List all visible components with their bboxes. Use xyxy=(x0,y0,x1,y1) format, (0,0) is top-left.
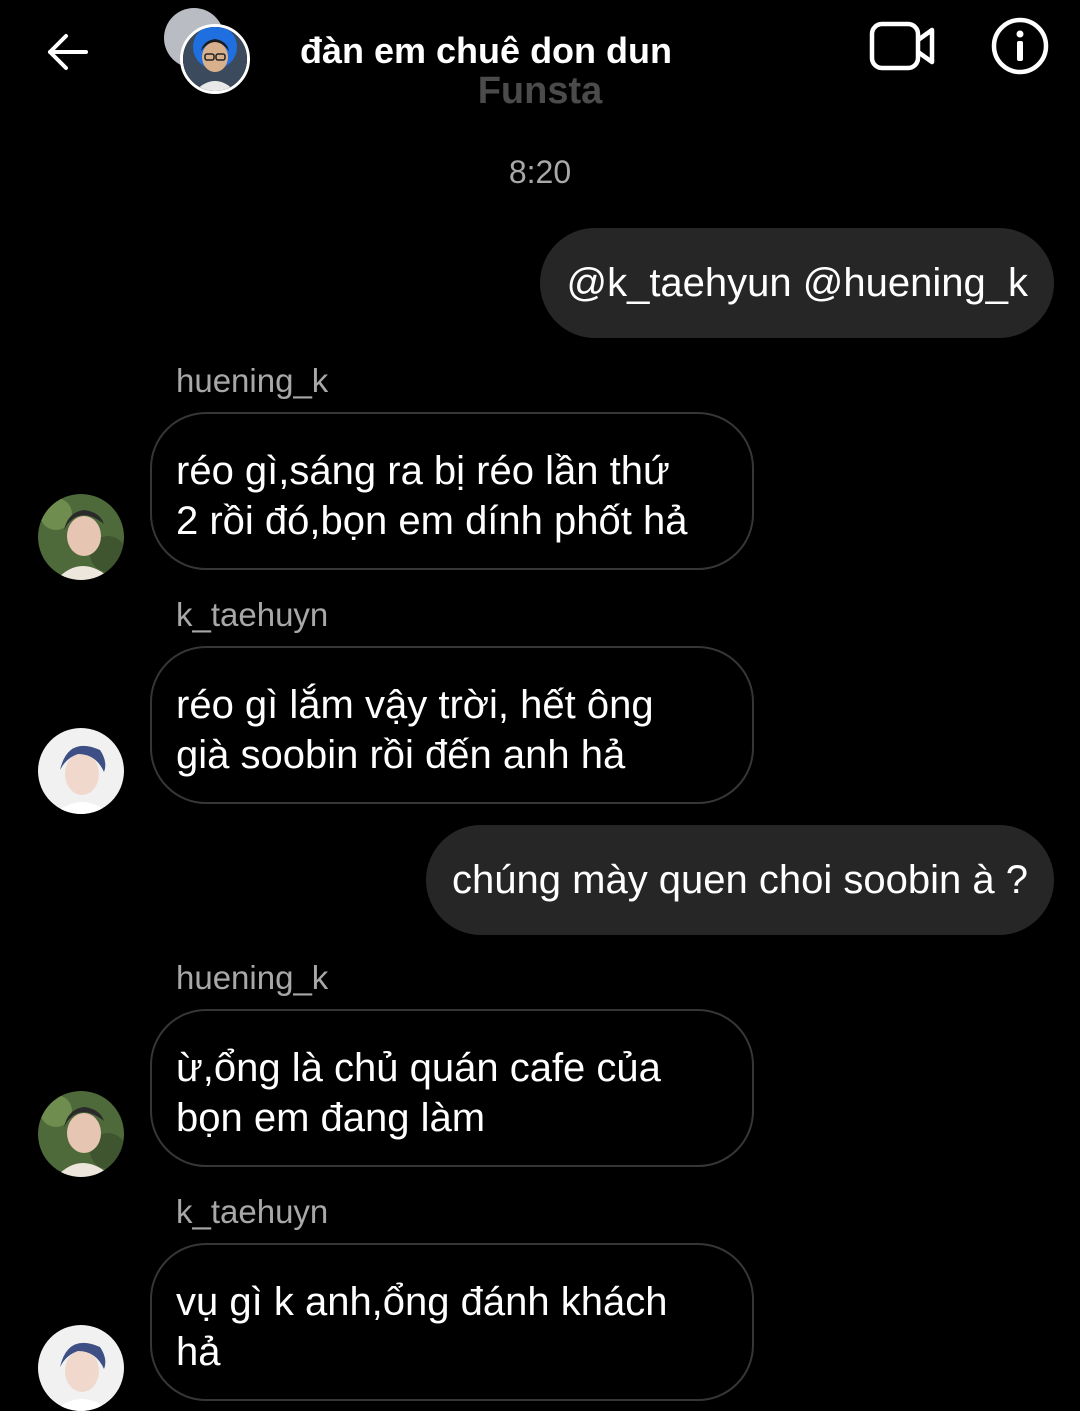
message-line: réo gì lắm vậy trời, hết ông xyxy=(176,683,654,727)
avatar[interactable] xyxy=(38,494,124,580)
sender-name: huening_k xyxy=(176,362,329,399)
incoming-message[interactable]: réo gì lắm vậy trời, hết ông già soobin … xyxy=(150,646,754,804)
avatar[interactable] xyxy=(38,1091,124,1177)
sender-name: k_taehuyn xyxy=(176,596,329,633)
avatar[interactable] xyxy=(38,1325,124,1411)
message-line: già soobin rồi đến anh hả xyxy=(176,733,626,777)
avatar[interactable] xyxy=(38,728,124,814)
message-line: réo gì,sáng ra bị réo lần thứ xyxy=(176,449,670,493)
chat-header: đàn em chuê don dun Funsta xyxy=(0,0,1080,130)
message-line: ừ,ổng là chủ quán cafe của xyxy=(176,1046,661,1090)
chat-title[interactable]: đàn em chuê don dun xyxy=(300,30,672,72)
incoming-message[interactable]: vụ gì k anh,ổng đánh khách hả xyxy=(150,1243,754,1401)
message-line: hả xyxy=(176,1330,221,1374)
info-button[interactable] xyxy=(988,14,1052,78)
video-call-icon xyxy=(869,21,935,71)
message-line: 2 rồi đó,bọn em dính phốt hả xyxy=(176,499,688,543)
arrow-left-icon xyxy=(48,34,88,70)
message-timestamp: 8:20 xyxy=(508,154,572,190)
sender-name: huening_k xyxy=(176,959,329,996)
sender-name: k_taehuyn xyxy=(176,1193,329,1230)
outgoing-message[interactable]: chúng mày quen choi soobin à ? xyxy=(426,825,1054,935)
incoming-message[interactable]: réo gì,sáng ra bị réo lần thứ 2 rồi đó,b… xyxy=(150,412,754,570)
chat-subtitle: Funsta xyxy=(477,70,603,112)
info-icon xyxy=(991,17,1049,75)
message-line: bọn em đang làm xyxy=(176,1096,486,1140)
message-line: vụ gì k anh,ổng đánh khách xyxy=(176,1280,668,1324)
outgoing-message[interactable]: @k_taehyun @huening_k xyxy=(540,228,1054,338)
video-call-button[interactable] xyxy=(866,16,938,76)
incoming-message[interactable]: ừ,ổng là chủ quán cafe của bọn em đang l… xyxy=(150,1009,754,1167)
